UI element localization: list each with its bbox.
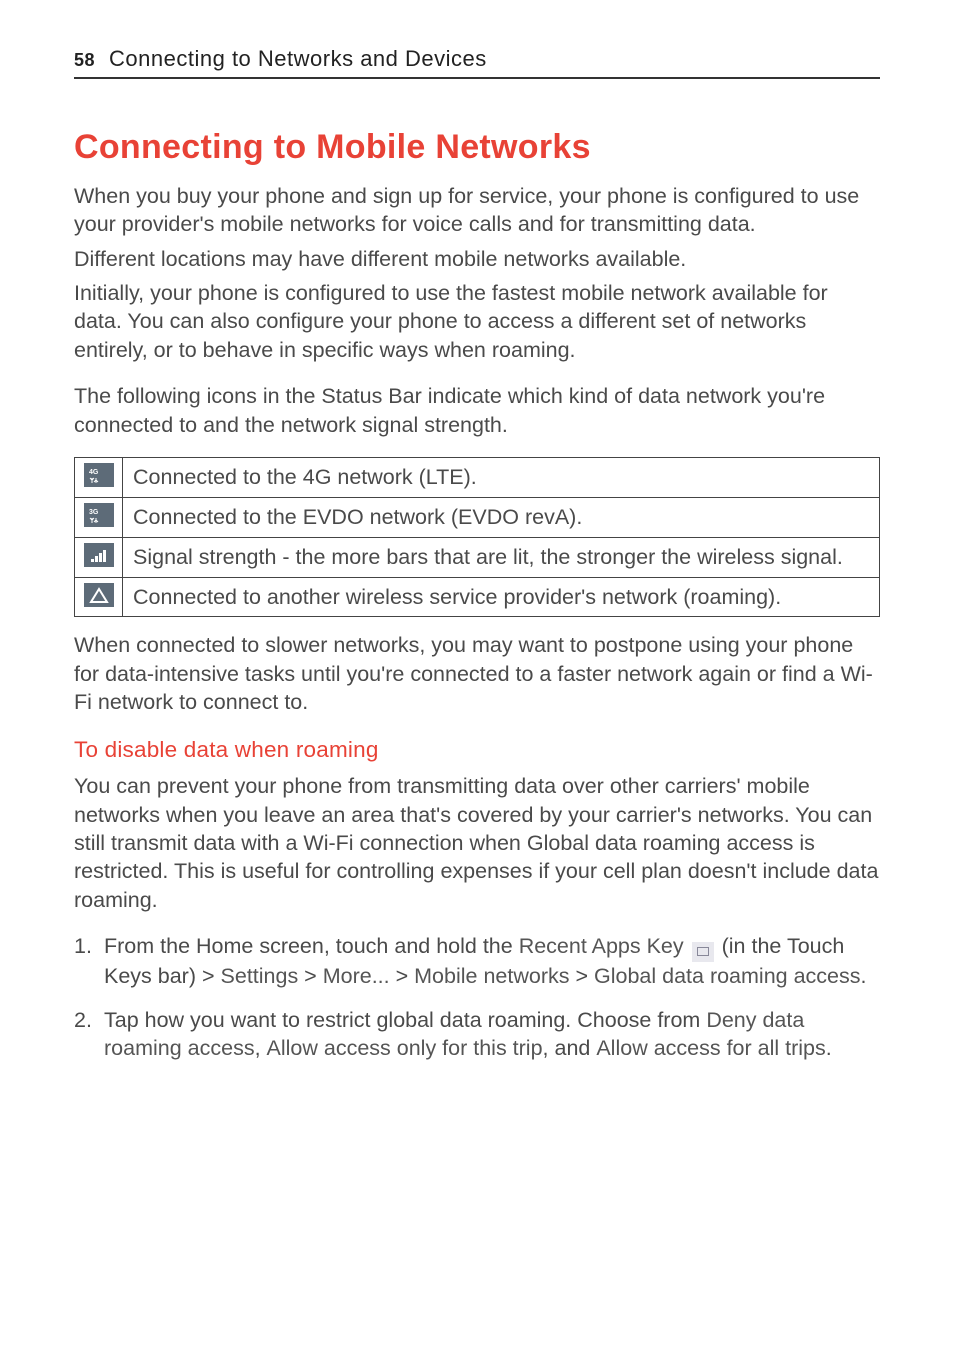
svg-text:4G: 4G — [89, 469, 99, 476]
step-text-bold: Allow access only for this trip — [267, 1036, 543, 1060]
recent-apps-key-icon — [692, 942, 714, 962]
subheading-disable-roaming: To disable data when roaming — [74, 735, 880, 765]
section-title: Connecting to Networks and Devices — [109, 44, 487, 73]
page-number: 58 — [74, 49, 95, 73]
intro-paragraph-3: Initially, your phone is configured to u… — [74, 279, 880, 364]
table-row: 3G Connected to the EVDO network (EVDO r… — [75, 497, 880, 537]
icon-desc: Connected to the 4G network (LTE). — [123, 457, 880, 497]
step-number: 1. — [74, 932, 92, 960]
step-text: > — [298, 964, 323, 988]
icon-cell: 3G — [75, 497, 123, 537]
page-title: Connecting to Mobile Networks — [74, 125, 880, 170]
table-row: 4G Connected to the 4G network (LTE). — [75, 457, 880, 497]
step-text-pre: From the Home screen, touch and hold the — [104, 934, 519, 958]
steps-list: 1. From the Home screen, touch and hold … — [74, 932, 880, 1063]
icon-cell — [75, 577, 123, 617]
step-text: . — [861, 964, 867, 988]
icon-cell — [75, 537, 123, 577]
list-item: 1. From the Home screen, touch and hold … — [74, 932, 880, 990]
step-text: , — [255, 1036, 267, 1060]
roaming-paragraph: You can prevent your phone from transmit… — [74, 772, 880, 914]
page-header: 58 Connecting to Networks and Devices — [74, 44, 880, 79]
intro-paragraph-2: Different locations may have different m… — [74, 245, 880, 273]
slow-network-paragraph: When connected to slower networks, you m… — [74, 631, 880, 716]
step-text-bold: Recent Apps Key — [519, 934, 684, 958]
icon-cell: 4G — [75, 457, 123, 497]
step-text-pre: Tap how you want to restrict global data… — [104, 1008, 706, 1032]
intro-paragraph-1: When you buy your phone and sign up for … — [74, 182, 880, 239]
step-text: . — [826, 1036, 832, 1060]
step-text-bold: Mobile networks — [414, 964, 569, 988]
status-icons-table: 4G Connected to the 4G network (LTE). 3G… — [74, 457, 880, 618]
status-bar-paragraph: The following icons in the Status Bar in… — [74, 382, 880, 439]
table-row: Connected to another wireless service pr… — [75, 577, 880, 617]
3g-icon: 3G — [84, 503, 114, 527]
step-text: > — [390, 964, 415, 988]
step-text: > — [569, 964, 594, 988]
step-text-bold: Allow access for all trips — [596, 1036, 825, 1060]
icon-desc: Signal strength - the more bars that are… — [123, 537, 880, 577]
list-item: 2. Tap how you want to restrict global d… — [74, 1006, 880, 1063]
step-text-bold: Global data roaming access — [594, 964, 861, 988]
roaming-triangle-icon — [84, 583, 114, 607]
icon-desc: Connected to another wireless service pr… — [123, 577, 880, 617]
signal-bars-icon — [84, 543, 114, 567]
step-number: 2. — [74, 1006, 92, 1034]
step-text-bold: Settings — [221, 964, 299, 988]
table-row: Signal strength - the more bars that are… — [75, 537, 880, 577]
svg-text:3G: 3G — [89, 509, 99, 516]
icon-desc: Connected to the EVDO network (EVDO revA… — [123, 497, 880, 537]
step-text-bold: More... — [323, 964, 390, 988]
step-text: , and — [543, 1036, 597, 1060]
4g-lte-icon: 4G — [84, 463, 114, 487]
